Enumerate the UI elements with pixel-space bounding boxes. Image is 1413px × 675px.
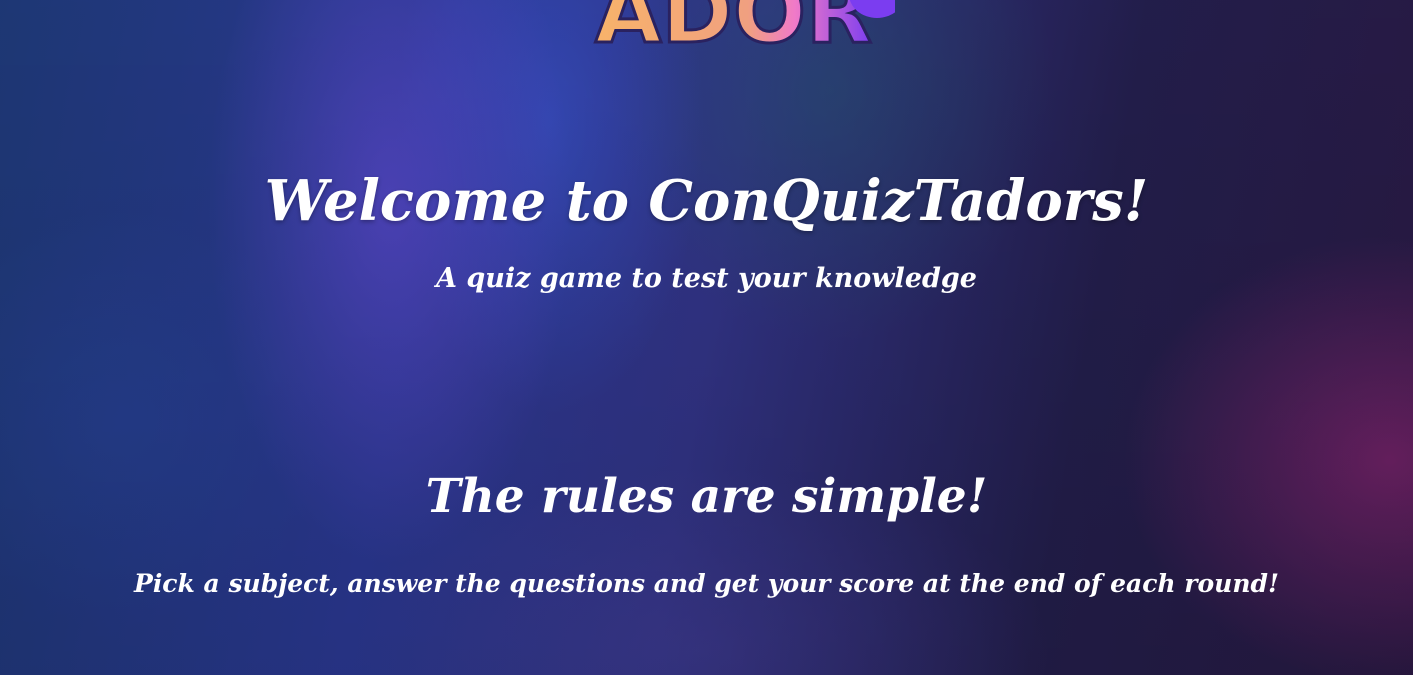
tagline: A quiz game to test your knowledge <box>436 263 977 294</box>
welcome-title: Welcome to ConQuizTadors! <box>264 168 1149 234</box>
rules-description: Pick a subject, answer the questions and… <box>134 569 1279 598</box>
main-content: Welcome to ConQuizTadors! A quiz game to… <box>0 0 1413 675</box>
rules-title: The rules are simple! <box>425 469 988 524</box>
